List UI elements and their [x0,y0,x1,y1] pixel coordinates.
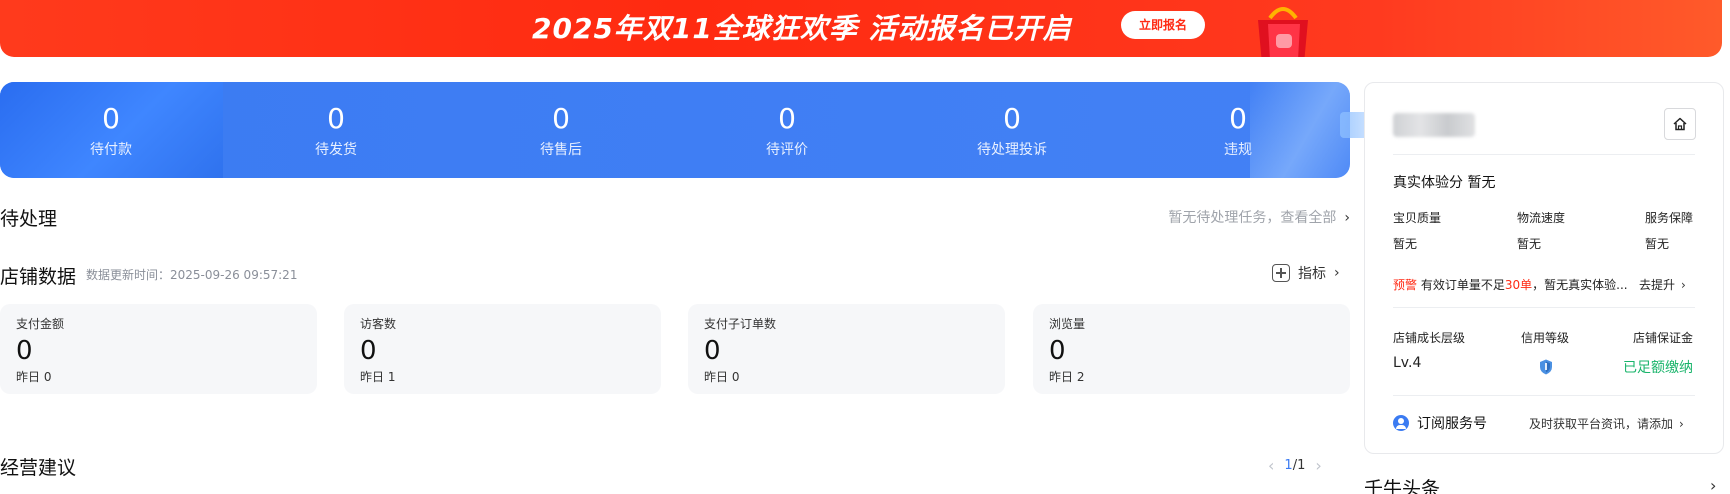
status-count: 0 [1229,102,1247,135]
deposit-status: 已足额缴纳 [1623,360,1693,376]
card-yesterday: 昨日 0 [16,370,52,384]
shopping-bag-icon [1258,7,1308,57]
chevron-right-icon: › [1679,417,1684,431]
card-label: 支付金额 [16,317,65,331]
prev-page-icon[interactable]: ‹ [1268,456,1274,475]
subscribe-label: 订阅服务号 [1417,416,1487,432]
metrics-label: 指标 [1298,266,1326,282]
update-time: 数据更新时间：2025-09-26 09:57:21 [86,268,298,282]
status-count: 0 [552,102,570,135]
page-total: 1 [1297,458,1306,473]
chevron-right-icon[interactable]: › [1710,476,1716,494]
status-count: 0 [327,102,345,135]
deposit-label: 店铺保证金 [1633,331,1694,345]
logistics-value: 暂无 [1517,237,1542,251]
status-label: 待处理投诉 [977,142,1047,158]
page-current: 1 [1284,458,1293,473]
divider [1393,395,1695,396]
quality-label: 宝贝质量 [1393,211,1442,225]
next-page-icon[interactable]: › [1315,456,1321,475]
warning-text: 有效订单量不足 [1417,278,1505,292]
status-pending-complaint[interactable]: 0 待处理投诉 [952,82,1072,178]
growth-level-label: 店铺成长层级 [1393,331,1466,345]
qianniu-headlines-title: 千牛头条 [1364,478,1441,494]
card-value: 0 [1049,336,1066,366]
divider [1393,154,1695,155]
status-label: 待发货 [315,142,357,158]
status-label: 违规 [1224,142,1252,158]
warning-suffix: ，暂无真实体验... [1532,278,1628,292]
card-label: 访客数 [360,317,397,331]
status-count: 0 [102,102,120,135]
service-value: 暂无 [1645,237,1670,251]
status-pending-shipment[interactable]: 0 待发货 [276,82,396,178]
card-label: 浏览量 [1049,317,1086,331]
status-pending-payment[interactable]: 0 待付款 [51,82,171,178]
order-status-bar: 0 待付款 0 待发货 0 待售后 0 待评价 0 待处理投诉 0 违规 [0,82,1350,178]
growth-level-value: Lv.4 [1393,355,1422,371]
quality-value: 暂无 [1393,237,1418,251]
metric-card-suborders[interactable]: 支付子订单数 0 昨日 0 [688,304,1005,394]
card-yesterday: 昨日 2 [1049,370,1085,384]
subscribe-desc-text: 及时获取平台资讯，请添加 [1529,417,1674,431]
card-value: 0 [16,336,33,366]
metric-card-payment[interactable]: 支付金额 0 昨日 0 [0,304,317,394]
store-home-button[interactable] [1664,108,1696,140]
status-violation[interactable]: 0 违规 [1178,82,1298,178]
promo-banner[interactable]: 2025年双11全球狂欢季 活动报名已开启 立即报名 [0,0,1722,57]
status-count: 0 [1003,102,1021,135]
card-label: 支付子订单数 [704,317,777,331]
status-label: 待评价 [766,142,808,158]
card-yesterday: 昨日 0 [704,370,740,384]
register-now-button[interactable]: 立即报名 [1121,11,1205,39]
banner-title: 2025年双11全球狂欢季 活动报名已开启 [532,12,1072,45]
chevron-right-icon: › [1344,210,1350,226]
warning-count: 30单 [1504,278,1533,292]
user-circle-icon [1393,415,1409,431]
warning-message: 预警 有效订单量不足30单，暂无真实体验... [1393,276,1628,293]
service-label: 服务保障 [1645,211,1694,225]
status-label: 待付款 [90,142,132,158]
credit-level-label: 信用等级 [1521,331,1570,345]
advice-title: 经营建议 [0,457,77,479]
warning-tag: 预警 [1393,278,1418,292]
subscribe-service-account[interactable]: 订阅服务号 [1393,413,1487,433]
divider [1393,307,1695,308]
advice-pager: ‹ 1/1 › [1268,456,1322,475]
store-name-blurred [1393,113,1475,137]
status-count: 0 [778,102,796,135]
chevron-right-icon: › [1334,265,1340,281]
credit-shield-icon [1540,359,1552,375]
metrics-button[interactable]: 指标 › [1272,263,1340,283]
pending-title: 待处理 [0,208,58,230]
card-yesterday: 昨日 1 [360,370,396,384]
card-value: 0 [704,336,721,366]
pending-link-text: 暂无待处理任务，查看全部 [1168,210,1337,226]
status-label: 待售后 [540,142,582,158]
card-value: 0 [360,336,377,366]
metric-card-pageviews[interactable]: 浏览量 0 昨日 2 [1033,304,1350,394]
store-data-title: 店铺数据 [0,266,77,288]
store-profile-panel: 真实体验分 暂无 宝贝质量 物流速度 服务保障 暂无 暂无 暂无 预警 有效订单… [1364,82,1724,454]
plus-square-icon [1272,264,1290,282]
view-all-pending-link[interactable]: 暂无待处理任务，查看全部 › [1168,207,1350,227]
logistics-label: 物流速度 [1517,211,1566,225]
improve-link[interactable]: 去提升 › [1639,276,1686,293]
status-pending-aftersale[interactable]: 0 待售后 [501,82,621,178]
chevron-right-icon: › [1681,278,1686,292]
home-icon [1673,117,1687,131]
status-pending-review[interactable]: 0 待评价 [727,82,847,178]
metric-card-visitors[interactable]: 访客数 0 昨日 1 [344,304,661,394]
improve-label: 去提升 [1639,278,1676,292]
subscribe-description-link[interactable]: 及时获取平台资讯，请添加 › [1529,415,1684,432]
experience-score: 真实体验分 暂无 [1393,175,1496,191]
